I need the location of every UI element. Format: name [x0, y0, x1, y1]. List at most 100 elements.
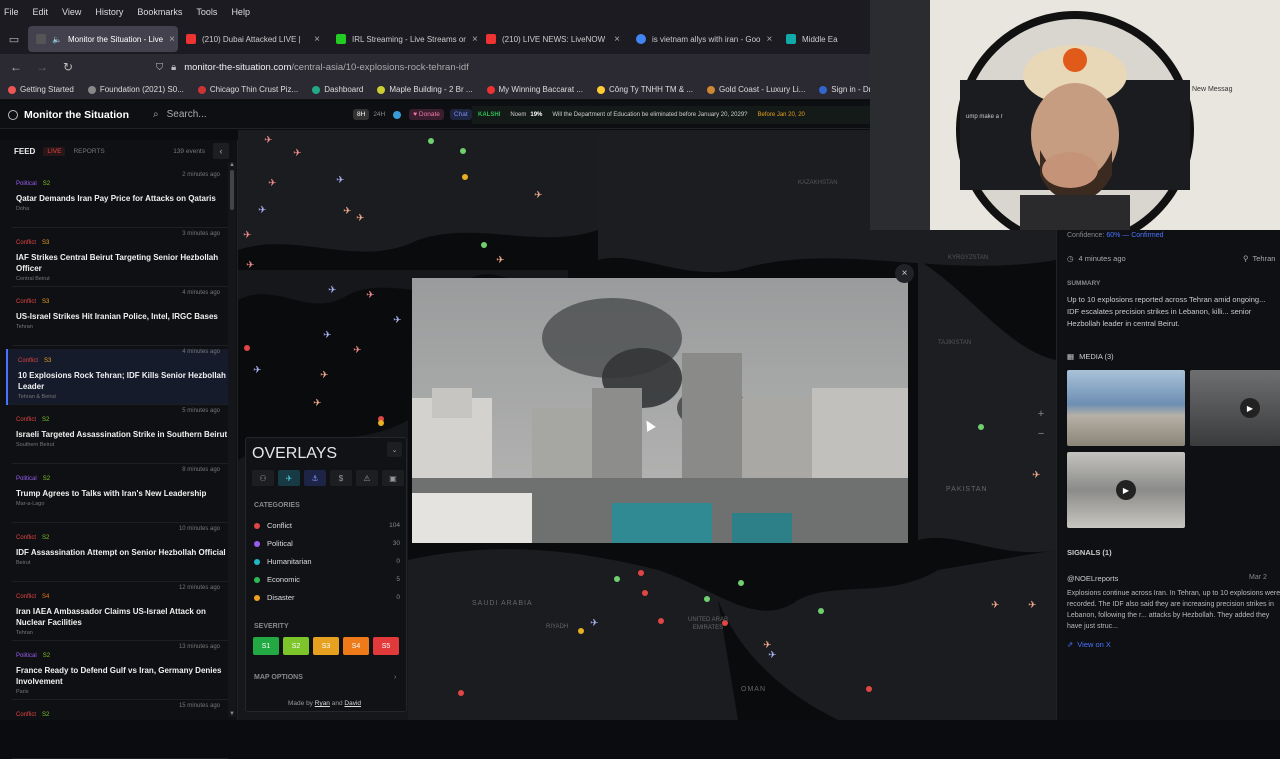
event-marker-icon[interactable]: [638, 570, 644, 576]
aircraft-marker-icon[interactable]: ✈: [353, 345, 361, 356]
aircraft-marker-icon[interactable]: ✈: [258, 205, 266, 216]
play-icon[interactable]: ▶: [1240, 398, 1260, 418]
aircraft-marker-icon[interactable]: ✈: [268, 178, 276, 189]
category-filter-disaster[interactable]: Disaster 0: [254, 593, 400, 602]
close-tab-icon[interactable]: ×: [314, 34, 320, 45]
aircraft-marker-icon[interactable]: ✈: [320, 370, 328, 381]
range-8h-button[interactable]: 8H: [353, 109, 370, 120]
credit-ryan-link[interactable]: Ryan: [315, 700, 330, 707]
severity-filter-s1[interactable]: S1: [253, 637, 279, 655]
aircraft-marker-icon[interactable]: ✈: [293, 148, 301, 159]
tab-reports[interactable]: REPORTS: [73, 148, 104, 155]
aircraft-marker-icon[interactable]: ✈: [393, 315, 401, 326]
severity-filter-s3[interactable]: S3: [313, 637, 339, 655]
address-bar[interactable]: ⛉ 🔒︎ monitor-the-situation.com/central-a…: [156, 62, 469, 73]
aircraft-marker-icon[interactable]: ✈: [590, 618, 598, 629]
ship-icon[interactable]: ⚓: [304, 470, 326, 486]
close-tab-icon[interactable]: ×: [472, 34, 478, 45]
flight-icon[interactable]: ✈: [278, 470, 300, 486]
bookmark-item[interactable]: Gold Coast - Luxury Li...: [707, 85, 805, 94]
aircraft-marker-icon[interactable]: ✈: [366, 290, 374, 301]
lock-icon[interactable]: 🔒︎: [171, 62, 176, 73]
feed-item[interactable]: Conflict S3 4 minutes ago 10 Explosions Roc…: [6, 349, 228, 405]
tab-google-search[interactable]: is vietnam allys with iran - Goo ×: [628, 26, 778, 52]
close-video-button[interactable]: ×: [895, 264, 914, 283]
menu-file[interactable]: File: [4, 7, 19, 17]
feed-item[interactable]: Political S2 8 minutes ago Trump Agrees to …: [6, 467, 228, 523]
event-marker-icon[interactable]: [481, 242, 487, 248]
alert-icon[interactable]: ⚠: [356, 470, 378, 486]
aircraft-marker-icon[interactable]: ✈: [534, 190, 542, 201]
tab-dubai-attacked[interactable]: (210) Dubai Attacked LIVE | ×: [178, 26, 328, 52]
aircraft-marker-icon[interactable]: ✈: [328, 285, 336, 296]
event-marker-icon[interactable]: [244, 345, 250, 351]
aircraft-marker-icon[interactable]: ✈: [356, 213, 364, 224]
zoom-in-button[interactable]: +: [1034, 408, 1048, 422]
camera-icon[interactable]: ▣: [382, 470, 404, 486]
aircraft-marker-icon[interactable]: ✈: [313, 398, 321, 409]
donate-button[interactable]: ♥ Donate: [409, 109, 444, 120]
aircraft-marker-icon[interactable]: ✈: [323, 330, 331, 341]
feed-item[interactable]: Conflict S3 4 minutes ago US-Israel Strikes…: [6, 290, 228, 346]
collapse-feed-button[interactable]: ‹: [213, 143, 229, 159]
event-marker-icon[interactable]: [614, 576, 620, 582]
aircraft-marker-icon[interactable]: ✈: [264, 135, 272, 146]
media-thumb-1[interactable]: [1067, 370, 1185, 446]
close-tab-icon[interactable]: ×: [766, 34, 772, 45]
scroll-up-icon[interactable]: ▲: [228, 162, 236, 168]
feed-item[interactable]: Conflict S3 3 minutes ago IAF Strikes Centr…: [6, 231, 228, 287]
aircraft-marker-icon[interactable]: ✈: [991, 600, 999, 611]
video-player[interactable]: [412, 278, 908, 543]
people-icon[interactable]: ⚇: [252, 470, 274, 486]
feed-item[interactable]: Conflict S2 10 minutes ago IDF Assassinatio…: [6, 526, 228, 582]
speaker-icon[interactable]: 🔈: [52, 35, 62, 44]
bookmark-item[interactable]: Foundation (2021) S0...: [87, 85, 184, 94]
aircraft-marker-icon[interactable]: ✈: [336, 175, 344, 186]
bookmark-item[interactable]: Getting Started: [8, 85, 74, 94]
scrollbar-thumb[interactable]: [230, 170, 234, 210]
event-marker-icon[interactable]: [378, 420, 384, 426]
map-options-heading[interactable]: MAP OPTIONS: [254, 674, 303, 681]
menu-tools[interactable]: Tools: [196, 7, 217, 17]
tab-irl-streaming[interactable]: IRL Streaming - Live Streams or ×: [328, 26, 478, 52]
feed-scrollbar[interactable]: ▲ ▼: [228, 162, 236, 717]
zoom-out-button[interactable]: −: [1034, 428, 1048, 442]
chat-button[interactable]: Chat: [449, 109, 472, 120]
feed-item[interactable]: Political S2 2 minutes ago Qatar Demands Ir…: [6, 172, 228, 228]
bookmark-item[interactable]: My Winning Baccarat ...: [486, 85, 583, 94]
event-marker-icon[interactable]: [866, 686, 872, 692]
severity-heading[interactable]: SEVERITY: [254, 623, 289, 630]
event-marker-icon[interactable]: [462, 174, 468, 180]
tab-monitor-situation[interactable]: 🔈 Monitor the Situation - Live ×: [28, 26, 178, 52]
menu-history[interactable]: History: [95, 7, 123, 17]
bookmark-item[interactable]: Công Ty TNHH TM & ...: [597, 85, 693, 94]
feed-item[interactable]: Political S2 13 minutes ago France Ready to…: [6, 644, 228, 700]
media-thumb-2[interactable]: ▶: [1190, 370, 1280, 446]
bookmark-item[interactable]: Chicago Thin Crust Piz...: [197, 85, 298, 94]
category-filter-humanitarian[interactable]: Humanitarian 0: [254, 557, 400, 566]
severity-filter-s4[interactable]: S4: [343, 637, 369, 655]
aircraft-marker-icon[interactable]: ✈: [768, 650, 776, 661]
event-marker-icon[interactable]: [978, 424, 984, 430]
aircraft-marker-icon[interactable]: ✈: [243, 230, 251, 241]
menu-view[interactable]: View: [62, 7, 81, 17]
forward-icon[interactable]: →: [34, 60, 50, 74]
brand[interactable]: Monitor the Situation: [8, 109, 129, 121]
telegram-icon[interactable]: [393, 110, 402, 119]
severity-filter-s2[interactable]: S2: [283, 637, 309, 655]
tab-live[interactable]: LIVE: [43, 146, 66, 156]
bookmark-item[interactable]: Dashboard: [312, 85, 363, 94]
close-tab-icon[interactable]: ×: [614, 34, 620, 45]
menu-edit[interactable]: Edit: [33, 7, 49, 17]
aircraft-marker-icon[interactable]: ✈: [1032, 470, 1040, 481]
aircraft-marker-icon[interactable]: ✈: [1028, 600, 1036, 611]
event-marker-icon[interactable]: [738, 580, 744, 586]
range-24h-button[interactable]: 24H: [369, 109, 389, 120]
menu-help[interactable]: Help: [231, 7, 250, 17]
reload-icon[interactable]: ↻: [60, 60, 76, 74]
back-icon[interactable]: ←: [8, 60, 24, 74]
severity-filter-s5[interactable]: S5: [373, 637, 399, 655]
view-on-x-link[interactable]: ⇗ View on X: [1067, 640, 1111, 649]
event-marker-icon[interactable]: [578, 628, 584, 634]
menu-bookmarks[interactable]: Bookmarks: [137, 7, 182, 17]
